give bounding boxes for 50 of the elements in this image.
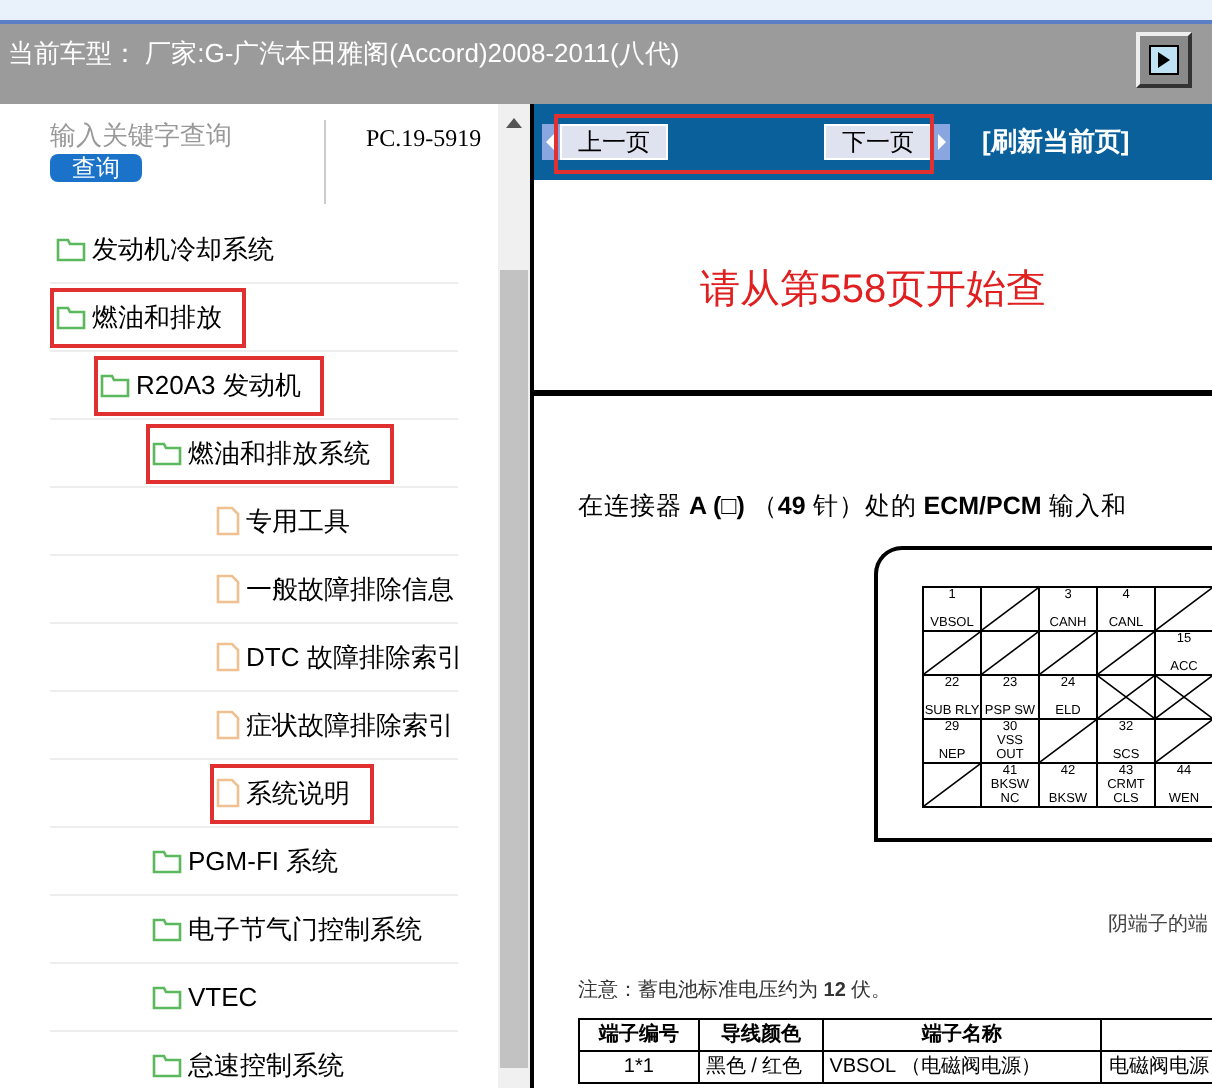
document-icon [216,506,240,536]
table-cell: 1*1 [580,1051,700,1084]
unused-pin-mark [1156,719,1212,762]
document-icon [216,710,240,740]
tree-item[interactable]: 专用工具 [210,491,374,551]
table-cell: 电磁阀电源 [1102,1051,1212,1084]
tree-item[interactable]: R20A3 发动机 [94,355,325,415]
folder-icon [152,916,182,942]
column-header: 导线颜色 [699,1019,824,1052]
previous-page-button[interactable]: 上一页 [560,124,668,160]
folder-icon [56,304,86,330]
document-icon [216,778,240,808]
toggle-panel-button[interactable] [1136,32,1192,88]
folder-icon [152,440,182,466]
section-heading: 在连接器 A (□) （49 针）处的 ECM/PCM 输入和 [578,490,1129,524]
tree-item[interactable]: 症状故障排除索引 [210,695,478,755]
unused-pin-mark [1040,719,1096,762]
folder-icon [100,372,130,398]
tree-item[interactable]: PGM-FI 系统 [146,831,363,891]
tree-item[interactable]: 发动机冷却系统 [50,219,298,279]
notice-text: 请从第558页开始查 [697,266,1049,316]
caption-text: 阴端子的端 [1108,911,1208,940]
tree-item[interactable]: 燃油和排放系统 [146,423,394,483]
tree-item[interactable]: DTC 故障排除索引 [210,627,487,687]
table-cell: 黑色 / 红色 [699,1051,824,1084]
scrollbar-thumb[interactable] [500,270,528,1068]
table-cell: VBSOL （电磁阀电源） [823,1051,1103,1084]
refresh-link[interactable]: [刷新当前页] [982,122,1130,162]
window-title: 当前车型： 厂家:G-广汽本田雅阁(Accord)2008-2011(八代) [8,36,680,72]
folder-icon [152,984,182,1010]
folder-icon [56,236,86,262]
next-page-button[interactable]: 下一页 [824,124,932,160]
tree-item[interactable]: VTEC [146,967,282,1027]
tree-item[interactable]: 电子节气门控制系统 [146,899,446,959]
note-text: 注意：蓄电池标准电压约为 12 伏。 [578,977,894,1006]
tree-item[interactable]: 怠速控制系统 [146,1035,368,1088]
folder-icon [152,848,182,874]
tree-item[interactable]: 一般故障排除信息 [210,559,478,619]
scrollbar[interactable] [498,104,530,1088]
scroll-up-icon[interactable] [506,116,522,128]
page-code: PC.19-5919 [366,122,482,156]
tree-item[interactable]: 系统说明 [210,763,374,823]
document-icon [216,642,240,672]
tree-item[interactable]: 燃油和排放 [50,287,246,347]
document-icon [216,574,240,604]
search-button[interactable]: 查询 [50,154,142,182]
arrow-right-icon [1148,44,1180,76]
column-header: 端子名称 [823,1019,1103,1052]
folder-icon [152,1052,182,1078]
column-header: 端子编号 [580,1019,700,1052]
